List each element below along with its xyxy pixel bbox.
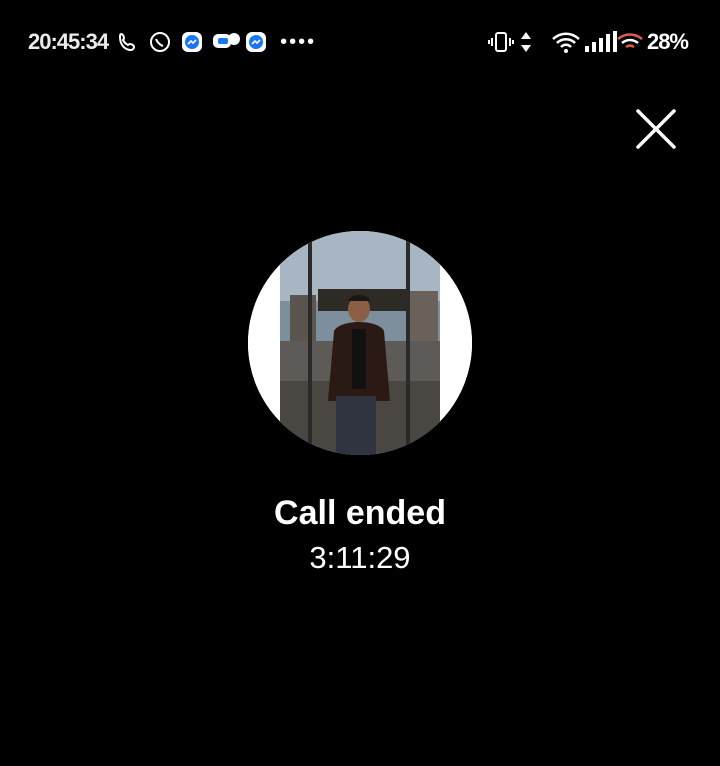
close-button[interactable] <box>630 103 682 155</box>
signal-icon <box>583 30 617 54</box>
status-bar: 20:45:34 •••• 28% <box>0 0 720 84</box>
status-bar-right: 28% <box>487 28 689 56</box>
data-arrows-icon <box>519 30 543 54</box>
vibrate-icon <box>487 30 514 54</box>
call-duration: 3:11:29 <box>309 540 411 575</box>
chat-icon <box>212 30 241 54</box>
messenger-icon <box>244 30 268 54</box>
status-bar-left: 20:45:34 •••• <box>28 28 316 56</box>
wifi-icon <box>551 30 580 54</box>
call-icon <box>116 30 140 54</box>
close-icon <box>636 109 676 149</box>
phone-icon <box>148 30 172 54</box>
status-time: 20:45:34 <box>28 29 109 54</box>
more-notifications-indicator: •••• <box>280 31 317 53</box>
battery-percentage: 28% <box>646 29 689 54</box>
call-status-label: Call ended <box>274 494 446 532</box>
contact-avatar <box>248 231 472 455</box>
contact-photo <box>248 231 472 455</box>
wifi-calling-icon <box>615 30 643 54</box>
messenger-icon <box>180 30 204 54</box>
